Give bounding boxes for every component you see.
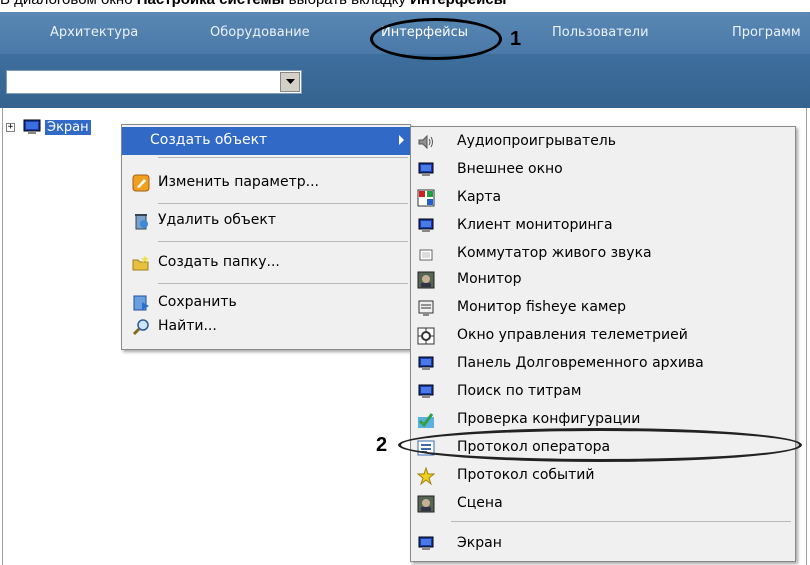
submenu-item-event-protocol[interactable]: Протокол событий (411, 463, 795, 489)
menu-item-label: Окно управления телеметрией (457, 327, 688, 343)
create-object-submenu: Аудиопроигрыватель Внешнее окно Карта Кл… (410, 126, 796, 562)
monitor-icon (418, 384, 434, 398)
telemetry-icon (417, 327, 435, 345)
menu-separator (158, 283, 408, 284)
menu-item-label: Монитор fisheye камер (457, 299, 626, 315)
menu-item-find[interactable]: Найти... (122, 313, 410, 341)
save-icon (133, 295, 149, 311)
edit-icon (132, 174, 150, 192)
menu-separator (158, 157, 408, 158)
submenu-item-telemetry-window[interactable]: Окно управления телеметрией (411, 323, 795, 349)
menu-item-label: Внешнее окно (457, 161, 563, 177)
monitor-icon (418, 356, 434, 370)
menu-separator (158, 241, 408, 242)
menu-item-label: Аудиопроигрыватель (457, 133, 617, 149)
submenu-item-live-sound-switch[interactable]: Коммутатор живого звука (411, 241, 795, 267)
submenu-item-external-window[interactable]: Внешнее окно (411, 157, 795, 183)
monitor-icon (418, 162, 434, 176)
menu-separator (451, 521, 791, 522)
menu-item-label: Создать объект (150, 132, 268, 148)
tab-programs[interactable]: Программ (732, 20, 801, 46)
expand-icon[interactable]: + (6, 122, 15, 132)
menu-item-label: Экран (457, 535, 502, 551)
caption-bold-tab: Интерфейсы (410, 0, 506, 8)
submenu-item-monitoring-client[interactable]: Клиент мониторинга (411, 213, 795, 239)
monitor-icon (23, 119, 41, 134)
screen-icon (418, 536, 434, 550)
delete-icon (135, 214, 148, 230)
panel-border-left (2, 108, 3, 565)
menu-item-label: Проверка конфигурации (457, 411, 641, 427)
menu-item-label: Клиент мониторинга (457, 217, 613, 233)
scene-icon (417, 495, 435, 513)
menu-item-label: Изменить параметр... (158, 174, 319, 190)
submenu-item-scene[interactable]: Сцена (411, 491, 795, 517)
tab-architecture[interactable]: Архитектура (50, 20, 138, 46)
tab-users[interactable]: Пользователи (552, 20, 649, 46)
step-marker-2: 2 (376, 434, 388, 456)
submenu-item-fisheye-monitor[interactable]: Монитор fisheye камер (411, 295, 795, 321)
highlight-oval-item (398, 428, 802, 462)
panel-border-right (806, 108, 807, 565)
fisheye-icon (418, 300, 434, 316)
chevron-down-icon (285, 79, 295, 84)
submenu-item-archive-panel[interactable]: Панель Долговременного архива (411, 351, 795, 377)
menu-item-label: Сцена (457, 495, 503, 511)
video-monitor-icon (417, 271, 435, 289)
menu-item-create-object[interactable]: Создать объект (122, 127, 410, 155)
events-icon (417, 467, 435, 485)
config-check-icon (418, 413, 434, 428)
highlight-oval-tab (370, 18, 502, 60)
menu-item-label: Протокол событий (457, 467, 595, 483)
instruction-caption: В диалоговом окно Настройка системы выбр… (0, 0, 810, 11)
caption-text-middle: выбрать вкладку (284, 0, 410, 8)
menu-item-label: Панель Долговременного архива (457, 355, 704, 371)
submenu-item-caption-search[interactable]: Поиск по титрам (411, 379, 795, 405)
menu-item-label: Монитор (457, 271, 522, 287)
caption-text: В диалоговом окно (0, 0, 137, 8)
submenu-item-audio-player[interactable]: Аудиопроигрыватель (411, 129, 795, 155)
step-marker-1: 1 (510, 28, 522, 50)
menu-separator (158, 203, 408, 204)
menu-item-label: Сохранить (158, 294, 237, 310)
combo-dropdown-button[interactable] (280, 72, 300, 92)
tab-hardware[interactable]: Оборудование (210, 20, 310, 46)
sound-switch-icon (419, 249, 433, 261)
monitor-icon (418, 218, 434, 232)
tree-item-screen[interactable]: + Экран (6, 118, 91, 136)
menu-item-label: Поиск по титрам (457, 383, 582, 399)
menu-item-edit-parameter[interactable]: Изменить параметр... (122, 169, 410, 197)
map-icon (417, 189, 435, 207)
submenu-item-map[interactable]: Карта (411, 185, 795, 211)
context-menu: Создать объект Изменить параметр... Удал… (121, 124, 411, 350)
submenu-arrow-icon (399, 135, 404, 145)
menu-item-label: Карта (457, 189, 502, 205)
menu-item-label: Найти... (158, 318, 217, 334)
folder-new-icon (132, 255, 149, 271)
search-icon (132, 319, 149, 336)
speaker-icon (418, 134, 433, 150)
tree-item-label: Экран (45, 119, 91, 135)
menu-item-label: Коммутатор живого звука (457, 245, 652, 261)
menu-item-label: Удалить объект (158, 212, 277, 228)
submenu-item-monitor[interactable]: Монитор (411, 267, 795, 293)
caption-bold-settings: Настройка системы (137, 0, 285, 8)
submenu-item-screen[interactable]: Экран (411, 531, 795, 557)
menu-item-label: Создать папку... (158, 254, 280, 270)
menu-item-delete-object[interactable]: Удалить объект (122, 207, 410, 235)
object-combo[interactable] (6, 70, 302, 94)
menu-item-create-folder[interactable]: Создать папку... (122, 249, 410, 277)
